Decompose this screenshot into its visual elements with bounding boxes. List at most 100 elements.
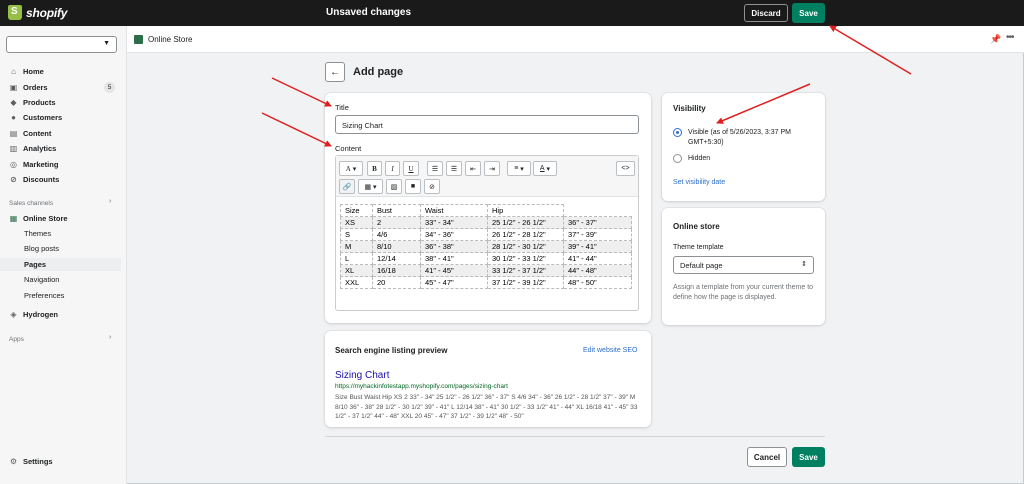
table-header-cell[interactable]: Size — [340, 204, 373, 217]
sidebar-item-hydrogen[interactable]: ◈ Hydrogen — [0, 307, 127, 321]
table-cell[interactable]: 39" - 41" — [563, 240, 632, 253]
table-cell[interactable]: 25 1/2" - 26 1/2" — [487, 216, 564, 229]
sidebar-item-customers[interactable]: ● Customers — [0, 110, 127, 124]
shopify-logo[interactable]: shopify — [8, 5, 67, 20]
sidebar-subitem-blog-posts[interactable]: Blog posts — [0, 242, 121, 255]
text-color-button[interactable]: A ▾ — [533, 161, 557, 176]
table-header-cell[interactable]: Bust — [372, 204, 421, 217]
sidebar-item-label: Orders — [23, 82, 48, 92]
table-cell[interactable]: 48" - 50" — [563, 276, 632, 289]
more-options-icon[interactable]: ••• — [1006, 32, 1014, 43]
table-cell[interactable]: 44" - 48" — [563, 264, 632, 277]
outdent-button[interactable]: ⇤ — [465, 161, 481, 176]
table-cell[interactable]: 30 1/2" - 33 1/2" — [487, 252, 564, 265]
insert-link-button[interactable]: 🔗 — [339, 179, 355, 194]
indent-button[interactable]: ⇥ — [484, 161, 500, 176]
italic-button[interactable]: I — [385, 161, 400, 176]
table-cell[interactable]: 20 — [372, 276, 421, 289]
table-cell[interactable]: 33" - 34" — [420, 216, 488, 229]
unsaved-changes-text: Unsaved changes — [326, 7, 412, 18]
table-cell[interactable]: S — [340, 228, 373, 241]
content-label: Content — [335, 144, 362, 153]
sidebar-item-marketing[interactable]: ◎ Marketing — [0, 157, 127, 171]
table-cell[interactable]: XS — [340, 216, 373, 229]
back-button[interactable]: ← — [325, 62, 345, 82]
hydrogen-icon: ◈ — [10, 309, 17, 319]
pin-icon[interactable]: 📌 — [990, 34, 1001, 45]
save-button-bottom[interactable]: Save — [792, 447, 825, 467]
table-header-cell[interactable] — [563, 204, 632, 217]
font-format-button[interactable]: A ▾ — [339, 161, 363, 176]
clear-formatting-button[interactable]: ⊘ — [424, 179, 440, 194]
seo-preview-title: Sizing Chart — [335, 370, 390, 381]
table-cell[interactable]: M — [340, 240, 373, 253]
sidebar-subitem-preferences[interactable]: Preferences — [0, 289, 121, 302]
visible-radio-label[interactable]: Visible (as of 5/26/2023, 3:37 PM GMT+5:… — [688, 128, 816, 148]
bullet-list-button[interactable]: ☰ — [427, 161, 443, 176]
table-cell[interactable]: 4/6 — [372, 228, 421, 241]
table-cell[interactable]: 26 1/2" - 28 1/2" — [487, 228, 564, 241]
table-cell[interactable]: 16/18 — [372, 264, 421, 277]
save-button-top[interactable]: Save — [792, 3, 825, 23]
align-button[interactable]: ≡ ▾ — [507, 161, 531, 176]
bold-button[interactable]: B — [367, 161, 382, 176]
table-cell[interactable]: 41" - 44" — [563, 252, 632, 265]
sidebar-subitem-navigation[interactable]: Navigation — [0, 273, 121, 286]
table-header-cell[interactable]: Hip — [487, 204, 564, 217]
table-header-cell[interactable]: Waist — [420, 204, 488, 217]
online-store-card: Online store Theme template Default page… — [662, 208, 825, 325]
sidebar-item-content[interactable]: ▤ Content — [0, 126, 127, 140]
table-cell[interactable]: XXL — [340, 276, 373, 289]
hidden-radio-label[interactable]: Hidden — [688, 154, 710, 164]
numbered-list-button[interactable]: ☰ — [446, 161, 462, 176]
editor-body[interactable]: Size Bust Waist Hip XS 2 33" - 34" 25 1/… — [340, 204, 632, 289]
insert-table-button[interactable]: ▦ ▾ — [358, 179, 383, 194]
table-cell[interactable]: 45" - 47" — [420, 276, 488, 289]
theme-template-select[interactable]: Default page ⇕ — [673, 256, 814, 274]
sizing-table: Size Bust Waist Hip XS 2 33" - 34" 25 1/… — [340, 204, 632, 289]
chevron-right-icon[interactable]: › — [109, 198, 111, 205]
table-cell[interactable]: 41" - 45" — [420, 264, 488, 277]
discard-button[interactable]: Discard — [744, 4, 788, 22]
video-icon: ■ — [410, 183, 416, 190]
table-cell[interactable]: 33 1/2" - 37 1/2" — [487, 264, 564, 277]
sidebar-item-settings[interactable]: ⚙ Settings — [0, 454, 127, 468]
sidebar-item-orders[interactable]: ▣ Orders 5 — [0, 80, 127, 94]
rich-text-editor[interactable]: A ▾ B I U ☰ ☰ ⇤ ⇥ ≡ ▾ A ▾ <> 🔗 ▦ ▾ ▨ ■ ⊘… — [335, 155, 639, 311]
underline-button[interactable]: U — [403, 161, 419, 176]
sidebar-item-products[interactable]: ◆ Products — [0, 95, 127, 109]
table-cell[interactable]: XL — [340, 264, 373, 277]
table-cell[interactable]: L — [340, 252, 373, 265]
font-icon: A — [345, 164, 351, 173]
sidebar-item-discounts[interactable]: ⊘ Discounts — [0, 172, 127, 186]
table-cell[interactable]: 2 — [372, 216, 421, 229]
set-visibility-date-link[interactable]: Set visibility date — [673, 179, 725, 186]
table-cell[interactable]: 34" - 36" — [420, 228, 488, 241]
title-input[interactable]: Sizing Chart — [335, 115, 639, 134]
insert-image-button[interactable]: ▨ — [386, 179, 402, 194]
sidebar-subitem-themes[interactable]: Themes — [0, 227, 121, 240]
store-selector[interactable]: ▼ — [6, 36, 117, 53]
sidebar-item-online-store[interactable]: ▦ Online Store — [0, 211, 127, 225]
sidebar-item-home[interactable]: ⌂ Home — [0, 64, 127, 78]
sidebar-subitem-pages[interactable]: Pages — [0, 258, 121, 271]
table-cell[interactable]: 36" - 38" — [420, 240, 488, 253]
table-cell[interactable]: 36" - 37" — [563, 216, 632, 229]
table-cell[interactable]: 37 1/2" - 39 1/2" — [487, 276, 564, 289]
table-cell[interactable]: 38" - 41" — [420, 252, 488, 265]
clear-formatting-icon: ⊘ — [429, 183, 435, 191]
hidden-radio[interactable] — [673, 154, 682, 163]
table-cell[interactable]: 12/14 — [372, 252, 421, 265]
chevron-right-icon[interactable]: › — [109, 334, 111, 341]
show-html-button[interactable]: <> — [616, 161, 635, 176]
sidebar-item-analytics[interactable]: ▥ Analytics — [0, 141, 127, 155]
seo-preview-url: https://myhackinfotestapp.myshopify.com/… — [335, 383, 508, 390]
visible-radio[interactable] — [673, 128, 682, 137]
cancel-button[interactable]: Cancel — [747, 447, 787, 467]
edit-seo-link[interactable]: Edit website SEO — [583, 347, 637, 354]
table-cell[interactable]: 28 1/2" - 30 1/2" — [487, 240, 564, 253]
table-cell[interactable]: 8/10 — [372, 240, 421, 253]
insert-video-button[interactable]: ■ — [405, 179, 421, 194]
underline-icon: U — [408, 164, 414, 173]
table-cell[interactable]: 37" - 39" — [563, 228, 632, 241]
